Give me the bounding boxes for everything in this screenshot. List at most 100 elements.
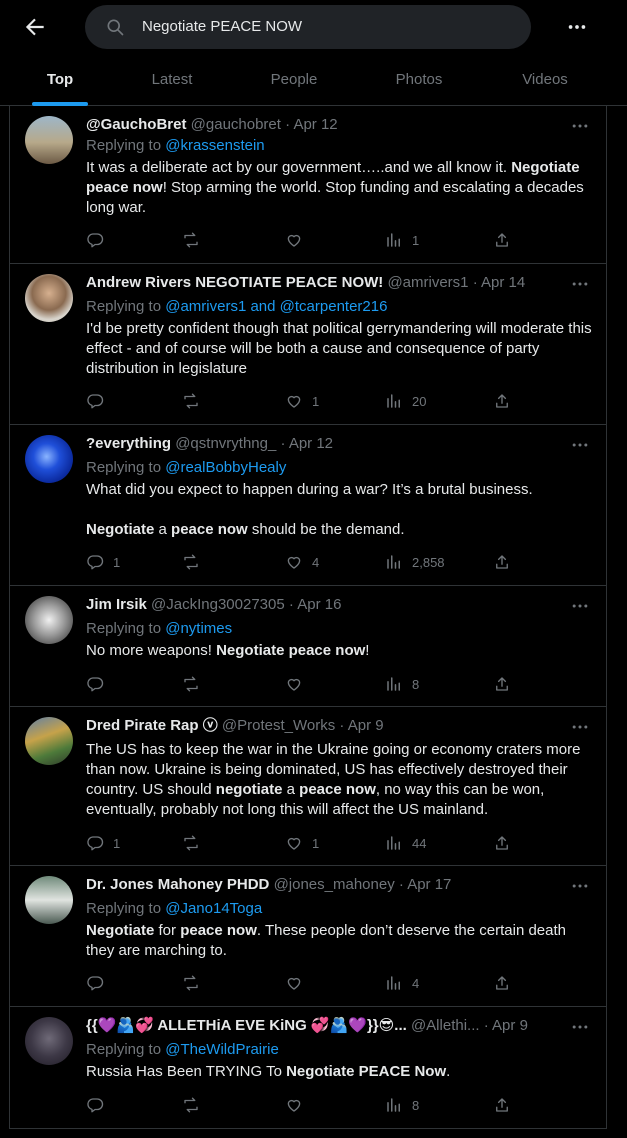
author-name[interactable]: Dr. Jones Mahoney PHDD xyxy=(86,876,269,893)
reply-target-link[interactable]: @amrivers1 and @tcarpenter216 xyxy=(165,298,387,315)
share-button[interactable] xyxy=(493,1095,517,1117)
tab-top[interactable]: Top xyxy=(32,54,88,106)
arrow-left-icon[interactable] xyxy=(22,14,48,40)
post-date[interactable]: · Apr 17 xyxy=(399,876,452,893)
tab-latest[interactable]: Latest xyxy=(132,54,212,106)
more-icon[interactable] xyxy=(570,437,590,453)
author-name[interactable]: Dred Pirate Rap ⓥ xyxy=(86,717,218,734)
tab-people[interactable]: People xyxy=(254,54,334,106)
views-button[interactable]: 44 xyxy=(385,833,465,855)
post-paragraph: Negotiate a peace now should be the dema… xyxy=(86,520,598,540)
author-name[interactable]: @GauchoBret xyxy=(86,116,186,133)
reply-target-link[interactable]: @krassenstein xyxy=(165,137,264,154)
author-handle[interactable]: @qstnvrythng_ xyxy=(175,435,276,452)
repost-button[interactable] xyxy=(182,973,262,995)
like-button[interactable] xyxy=(285,973,365,995)
avatar[interactable] xyxy=(25,116,73,164)
views-button[interactable]: 4 xyxy=(385,973,465,995)
reply-button[interactable] xyxy=(86,230,166,252)
search-query[interactable]: Negotiate PEACE NOW xyxy=(142,18,302,35)
avatar[interactable] xyxy=(25,274,73,322)
reply-button[interactable] xyxy=(86,391,166,413)
more-icon[interactable] xyxy=(570,1019,590,1035)
more-icon[interactable] xyxy=(570,276,590,292)
views-button[interactable]: 8 xyxy=(385,674,465,696)
share-button[interactable] xyxy=(493,230,517,252)
text-segment: a xyxy=(154,521,172,538)
post-card[interactable]: @GauchoBret @gauchobret · Apr 12 Replying… xyxy=(9,106,607,264)
highlighted-term: Negotiate PEACE Now xyxy=(286,1063,447,1080)
post-text: It was a deliberate act by our governmen… xyxy=(86,158,598,218)
share-button[interactable] xyxy=(493,674,517,696)
more-icon[interactable] xyxy=(570,118,590,134)
reply-target-link[interactable]: @nytimes xyxy=(165,620,232,637)
views-button[interactable]: 1 xyxy=(385,230,465,252)
repost-button[interactable] xyxy=(182,674,262,696)
highlighted-term: peace now xyxy=(180,922,257,939)
more-icon[interactable] xyxy=(566,16,588,38)
avatar[interactable] xyxy=(25,717,73,765)
post-card[interactable]: ?everything @qstnvrythng_ · Apr 12 Replyi… xyxy=(9,425,607,586)
repost-button[interactable] xyxy=(182,833,262,855)
like-button[interactable] xyxy=(285,674,365,696)
avatar[interactable] xyxy=(25,596,73,644)
reply-button[interactable] xyxy=(86,973,166,995)
views-button[interactable]: 2,858 xyxy=(385,552,465,574)
post-card[interactable]: Jim Irsik @JackIng30027305 · Apr 16 Reply… xyxy=(9,586,607,707)
reply-target-link[interactable]: @TheWildPrairie xyxy=(165,1041,279,1058)
avatar[interactable] xyxy=(25,1017,73,1065)
share-button[interactable] xyxy=(493,391,517,413)
reply-button[interactable]: 1 xyxy=(86,833,166,855)
avatar[interactable] xyxy=(25,435,73,483)
like-button[interactable]: 1 xyxy=(285,833,365,855)
reply-button[interactable]: 1 xyxy=(86,552,166,574)
reply-button[interactable] xyxy=(86,1095,166,1117)
tab-photos[interactable]: Photos xyxy=(379,54,459,106)
avatar[interactable] xyxy=(25,876,73,924)
post-paragraph: It was a deliberate act by our governmen… xyxy=(86,158,598,218)
repost-button[interactable] xyxy=(182,1095,262,1117)
like-button[interactable]: 1 xyxy=(285,391,365,413)
author-name[interactable]: Andrew Rivers NEGOTIATE PEACE NOW! xyxy=(86,274,383,291)
like-button[interactable]: 4 xyxy=(285,552,365,574)
repost-button[interactable] xyxy=(182,391,262,413)
like-button[interactable] xyxy=(285,230,365,252)
like-button[interactable] xyxy=(285,1095,365,1117)
more-icon[interactable] xyxy=(570,598,590,614)
more-icon[interactable] xyxy=(570,719,590,735)
author-name[interactable]: {{💜🫂💞 ALLETHiA EVE KiNG 💞🫂💜}}😎... xyxy=(86,1017,407,1034)
post-card[interactable]: Dred Pirate Rap ⓥ @Protest_Works · Apr 9… xyxy=(9,707,607,866)
search-input[interactable]: Negotiate PEACE NOW xyxy=(85,5,531,49)
share-button[interactable] xyxy=(493,552,517,574)
tab-videos[interactable]: Videos xyxy=(505,54,585,106)
replies-count: 1 xyxy=(113,836,121,851)
post-date[interactable]: · Apr 9 xyxy=(484,1017,528,1034)
post-card[interactable]: Dr. Jones Mahoney PHDD @jones_mahoney · … xyxy=(9,866,607,1007)
author-handle[interactable]: @Allethi... xyxy=(411,1017,480,1034)
repost-button[interactable] xyxy=(182,552,262,574)
tab-label: Top xyxy=(46,71,74,88)
views-button[interactable]: 8 xyxy=(385,1095,465,1117)
author-handle[interactable]: @amrivers1 xyxy=(387,274,468,291)
post-card[interactable]: Andrew Rivers NEGOTIATE PEACE NOW! @amri… xyxy=(9,264,607,425)
post-date[interactable]: · Apr 9 xyxy=(339,717,383,734)
views-button[interactable]: 20 xyxy=(385,391,465,413)
author-handle[interactable]: @JackIng30027305 xyxy=(151,596,285,613)
author-name[interactable]: Jim Irsik xyxy=(86,596,147,613)
repost-button[interactable] xyxy=(182,230,262,252)
post-card[interactable]: {{💜🫂💞 ALLETHiA EVE KiNG 💞🫂💜}}😎... @Allet… xyxy=(9,1007,607,1129)
more-icon[interactable] xyxy=(570,878,590,894)
author-name[interactable]: ?everything xyxy=(86,435,171,452)
author-handle[interactable]: @gauchobret xyxy=(191,116,281,133)
post-date[interactable]: · Apr 16 xyxy=(289,596,342,613)
post-date[interactable]: · Apr 12 xyxy=(281,435,334,452)
reply-target-link[interactable]: @Jano14Toga xyxy=(165,900,262,917)
reply-button[interactable] xyxy=(86,674,166,696)
author-handle[interactable]: @jones_mahoney xyxy=(274,876,395,893)
share-button[interactable] xyxy=(493,833,517,855)
reply-target-link[interactable]: @realBobbyHealy xyxy=(165,459,286,476)
author-handle[interactable]: @Protest_Works xyxy=(222,717,335,734)
share-button[interactable] xyxy=(493,973,517,995)
post-date[interactable]: · Apr 14 xyxy=(473,274,526,291)
post-date[interactable]: · Apr 12 xyxy=(285,116,338,133)
